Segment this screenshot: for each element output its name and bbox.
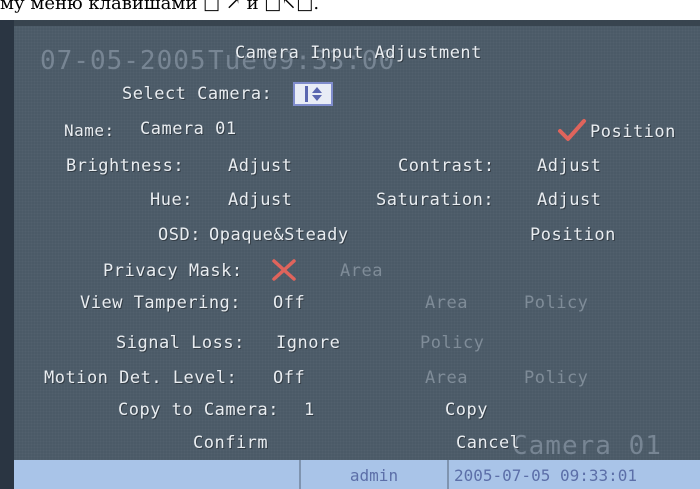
cancel-button[interactable]: Cancel: [456, 433, 520, 453]
status-separator: [447, 460, 449, 489]
osd-position-button[interactable]: Position: [530, 225, 616, 245]
screen-top-edge: [0, 20, 700, 26]
select-camera-label: Select Camera:: [122, 84, 273, 104]
overlay-date: 07-05-2005: [40, 46, 207, 76]
osd-mode-select[interactable]: Opaque&Steady: [209, 225, 349, 245]
overlay-camera-name: Camera 01: [512, 431, 662, 461]
document-caption: му меню клавишами □ ↗ и □↖□.: [0, 0, 700, 22]
hue-label: Hue:: [150, 190, 193, 210]
signal-loss-select[interactable]: Ignore: [276, 333, 340, 353]
tamper-area-button[interactable]: Area: [425, 293, 468, 313]
name-position-button[interactable]: Position: [590, 122, 676, 142]
copy-to-camera-label: Copy to Camera:: [118, 400, 280, 420]
signal-policy-button[interactable]: Policy: [420, 333, 484, 353]
tamper-policy-button[interactable]: Policy: [524, 293, 588, 313]
status-datetime: 2005-07-05 09:33:01: [454, 466, 638, 485]
caption-text: му меню клавишами □ ↗ и □↖□.: [0, 0, 320, 14]
select-camera-spinner[interactable]: [293, 82, 333, 106]
hue-adjust-button[interactable]: Adjust: [228, 190, 292, 210]
view-tampering-select[interactable]: Off: [273, 293, 305, 313]
contrast-label: Contrast:: [398, 156, 495, 176]
status-bar: admin 2005-07-05 09:33:01: [14, 460, 700, 489]
signal-loss-label: Signal Loss:: [116, 333, 245, 353]
saturation-label: Saturation:: [376, 190, 495, 210]
up-down-arrows-icon: [311, 87, 322, 101]
screen-left-edge: [0, 20, 14, 489]
name-label: Name:: [64, 121, 115, 140]
brightness-adjust-button[interactable]: Adjust: [228, 156, 292, 176]
dialog-title: Camera Input Adjustment: [235, 43, 482, 63]
name-field[interactable]: Camera 01: [140, 119, 237, 139]
cursor-bar: [304, 86, 308, 102]
status-separator: [299, 460, 301, 489]
view-tampering-label: View Tampering:: [80, 293, 242, 313]
motion-policy-button[interactable]: Policy: [524, 368, 588, 388]
x-icon[interactable]: [270, 257, 298, 283]
brightness-label: Brightness:: [66, 156, 185, 176]
motion-area-button[interactable]: Area: [425, 368, 468, 388]
copy-to-camera-select[interactable]: 1: [304, 400, 315, 420]
copy-button[interactable]: Copy: [445, 400, 488, 420]
status-user: admin: [349, 466, 399, 485]
privacy-area-button[interactable]: Area: [340, 261, 383, 281]
contrast-adjust-button[interactable]: Adjust: [537, 156, 601, 176]
check-icon[interactable]: [557, 118, 587, 142]
osd-label: OSD:: [158, 225, 201, 245]
motion-detection-select[interactable]: Off: [273, 368, 305, 388]
confirm-button[interactable]: Confirm: [193, 433, 268, 453]
motion-detection-label: Motion Det. Level:: [44, 368, 238, 388]
saturation-adjust-button[interactable]: Adjust: [537, 190, 601, 210]
dvr-screen: 07-05-2005 Tue 09:33:00 Camera 01 Camera…: [0, 20, 700, 489]
privacy-mask-label: Privacy Mask:: [103, 261, 243, 281]
